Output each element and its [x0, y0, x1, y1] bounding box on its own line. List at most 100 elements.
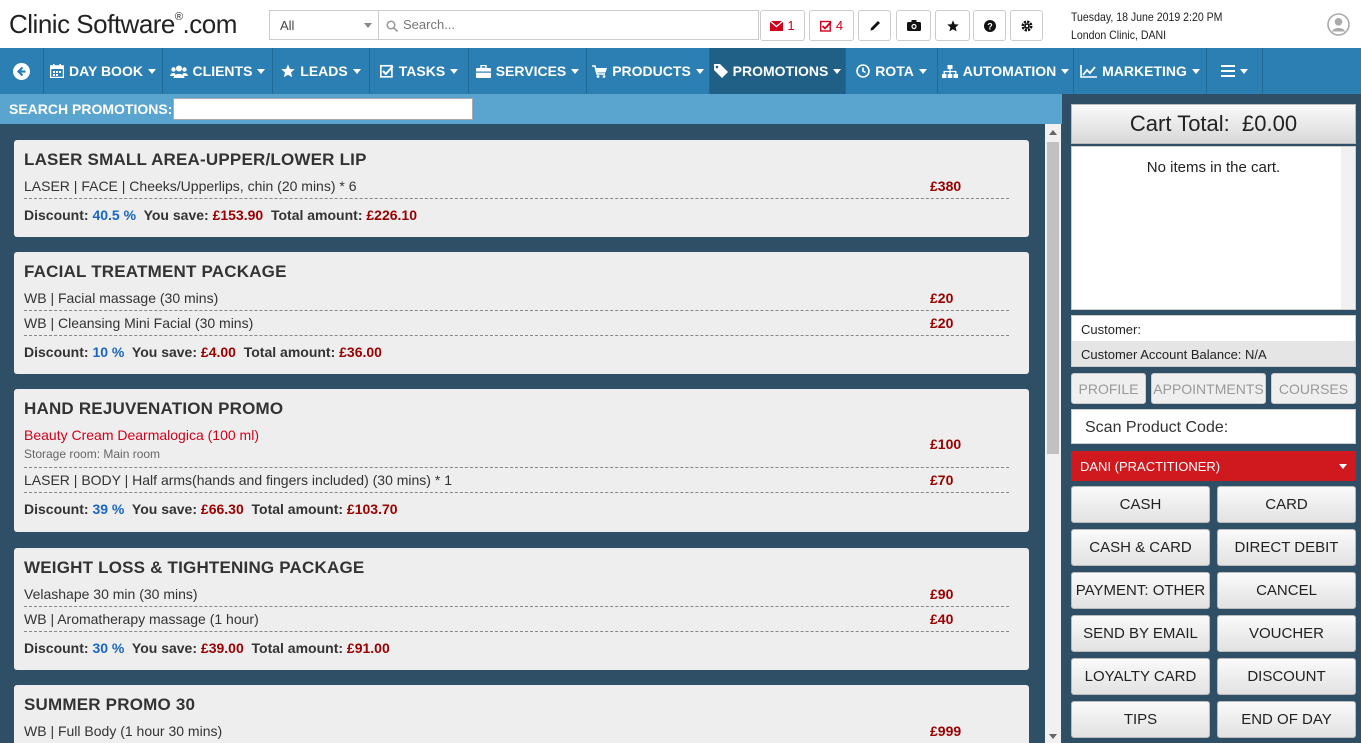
scan-product-code-input[interactable]: Scan Product Code: — [1071, 409, 1356, 444]
promotion-card[interactable]: FACIAL TREATMENT PACKAGE WB | Facial mas… — [14, 252, 1029, 374]
cart-items: No items in the cart. — [1071, 146, 1356, 310]
promotion-title: SUMMER PROMO 30 — [24, 695, 196, 714]
envelope-icon — [770, 20, 784, 31]
item-price: £90 — [930, 586, 954, 602]
logo[interactable]: Clinic Software®.com — [9, 9, 237, 40]
date-location: Tuesday, 18 June 2019 2:20 PM London Cli… — [1071, 8, 1222, 44]
star-icon — [946, 19, 959, 31]
item-price: £100 — [930, 436, 962, 452]
end-of-day-button[interactable]: END OF DAY — [1217, 701, 1356, 738]
category-select[interactable]: All — [269, 10, 379, 40]
main-nav: DAY BOOK CLIENTS LEADS TASKS SERVICES PR… — [0, 48, 1361, 94]
help-button[interactable]: ? — [973, 10, 1006, 41]
tasks-count: 4 — [835, 18, 844, 33]
nav-products[interactable]: PRODUCTS — [587, 48, 710, 94]
search-input[interactable] — [403, 17, 743, 32]
cart-total-value: £0.00 — [1242, 111, 1298, 136]
loyalty-card-button[interactable]: LOYALTY CARD — [1071, 658, 1210, 695]
nav-leads[interactable]: LEADS — [273, 48, 370, 94]
promotion-item: LASER | FACE | Cheeks/Upperlips, chin (2… — [24, 174, 1009, 199]
promotion-title: HAND REJUVENATION PROMO — [24, 399, 284, 418]
promotion-product: Beauty Cream Dearmalogica (100 ml) Stora… — [24, 423, 1009, 468]
check-square-icon — [819, 20, 832, 32]
direct-debit-button[interactable]: DIRECT DEBIT — [1217, 529, 1356, 566]
total-value: £91.00 — [346, 640, 390, 656]
promotions-search-bar: SEARCH PROMOTIONS: — [0, 94, 1062, 124]
card-button[interactable]: CARD — [1217, 486, 1356, 523]
send-by-email-button[interactable]: SEND BY EMAIL — [1071, 615, 1210, 652]
mail-count: 1 — [787, 18, 795, 33]
scroll-up-icon[interactable] — [1049, 130, 1057, 135]
item-price: £20 — [930, 315, 954, 331]
nav-marketing[interactable]: MARKETING — [1074, 48, 1207, 94]
nav-more-menu[interactable] — [1207, 48, 1263, 94]
gear-icon — [1021, 20, 1032, 31]
cash-and-card-button[interactable]: CASH & CARD — [1071, 529, 1210, 566]
favorites-button[interactable] — [935, 10, 970, 41]
cart-panel: Cart Total: £0.00 No items in the cart. … — [1062, 94, 1361, 743]
nav-tasks[interactable]: TASKS — [370, 48, 469, 94]
promotion-card[interactable]: LASER SMALL AREA-UPPER/LOWER LIP LASER |… — [14, 140, 1029, 237]
chevron-down-icon — [352, 68, 361, 74]
chevron-down-icon — [918, 68, 927, 74]
calendar-icon — [50, 64, 65, 78]
tasks-button[interactable]: 4 — [809, 10, 854, 41]
camera-icon — [906, 20, 921, 31]
promotion-card[interactable]: HAND REJUVENATION PROMO Beauty Cream Dea… — [14, 389, 1029, 532]
mail-button[interactable]: 1 — [760, 10, 805, 41]
cart-scrollbar[interactable] — [1341, 147, 1355, 309]
top-bar: Clinic Software®.com All 1 4 ? Tuesday, … — [0, 0, 1361, 48]
cancel-button[interactable]: CANCEL — [1217, 572, 1356, 609]
users-icon — [169, 65, 188, 78]
nav-back[interactable] — [0, 48, 44, 94]
nav-services[interactable]: SERVICES — [469, 48, 587, 94]
question-icon: ? — [983, 19, 996, 32]
promotion-item: Velashape 30 min (30 mins) £90 — [24, 582, 1009, 607]
voucher-button[interactable]: VOUCHER — [1217, 615, 1356, 652]
promotion-item: LASER | BODY | Half arms(hands and finge… — [24, 468, 1009, 493]
nav-automation[interactable]: AUTOMATION — [938, 48, 1074, 94]
chevron-down-icon — [1191, 68, 1200, 74]
product-storage: Storage room: Main room — [24, 447, 161, 461]
global-search[interactable] — [378, 10, 759, 40]
item-price: £380 — [930, 178, 962, 194]
customer-info: Customer: Customer Account Balance: N/A — [1071, 315, 1356, 367]
svg-text:?: ? — [987, 21, 993, 31]
scrollbar-thumb[interactable] — [1047, 142, 1059, 454]
edit-button[interactable] — [858, 10, 891, 41]
nav-promotions[interactable]: PROMOTIONS — [710, 48, 846, 94]
cash-button[interactable]: CASH — [1071, 486, 1210, 523]
clock-icon — [856, 64, 870, 78]
payment-other-button[interactable]: PAYMENT: OTHER — [1071, 572, 1210, 609]
nav-day-book[interactable]: DAY BOOK — [44, 48, 163, 94]
promotion-title: FACIAL TREATMENT PACKAGE — [24, 262, 287, 281]
promotion-card[interactable]: WEIGHT LOSS & TIGHTENING PACKAGE Velasha… — [14, 548, 1029, 670]
back-arrow-icon — [13, 62, 30, 80]
profile-button[interactable]: PROFILE — [1071, 373, 1146, 404]
promotion-title: LASER SMALL AREA-UPPER/LOWER LIP — [24, 150, 367, 169]
scroll-down-icon[interactable] — [1049, 734, 1057, 739]
promotions-scrollbar[interactable] — [1045, 124, 1061, 743]
nav-rota[interactable]: ROTA — [846, 48, 938, 94]
chevron-down-icon — [257, 68, 266, 74]
appointments-button[interactable]: APPOINTMENTS — [1151, 373, 1266, 404]
chevron-down-icon — [364, 23, 372, 28]
settings-button[interactable] — [1010, 10, 1043, 41]
promotion-card[interactable]: SUMMER PROMO 30 WB | Full Body (1 hour 3… — [14, 685, 1029, 743]
discount-button[interactable]: DISCOUNT — [1217, 658, 1356, 695]
courses-button[interactable]: COURSES — [1271, 373, 1356, 404]
user-avatar-icon[interactable] — [1327, 13, 1350, 36]
nav-clients[interactable]: CLIENTS — [163, 48, 273, 94]
camera-button[interactable] — [896, 10, 931, 41]
discount-value: 30 % — [92, 640, 125, 656]
chevron-down-icon — [450, 68, 459, 74]
promotion-summary: Discount: 10 % You save: £4.00 Total amo… — [24, 344, 382, 360]
tips-button[interactable]: TIPS — [1071, 701, 1210, 738]
promotion-item: WB | Aromatherapy massage (1 hour) £40 — [24, 607, 1009, 632]
promotions-search-label: SEARCH PROMOTIONS: — [9, 101, 173, 117]
chevron-down-icon — [1339, 464, 1347, 469]
promotions-search-input[interactable] — [173, 98, 473, 120]
chevron-down-icon — [571, 68, 580, 74]
item-price: £999 — [930, 723, 962, 739]
staff-select[interactable]: DANI (PRACTITIONER) — [1071, 451, 1356, 481]
